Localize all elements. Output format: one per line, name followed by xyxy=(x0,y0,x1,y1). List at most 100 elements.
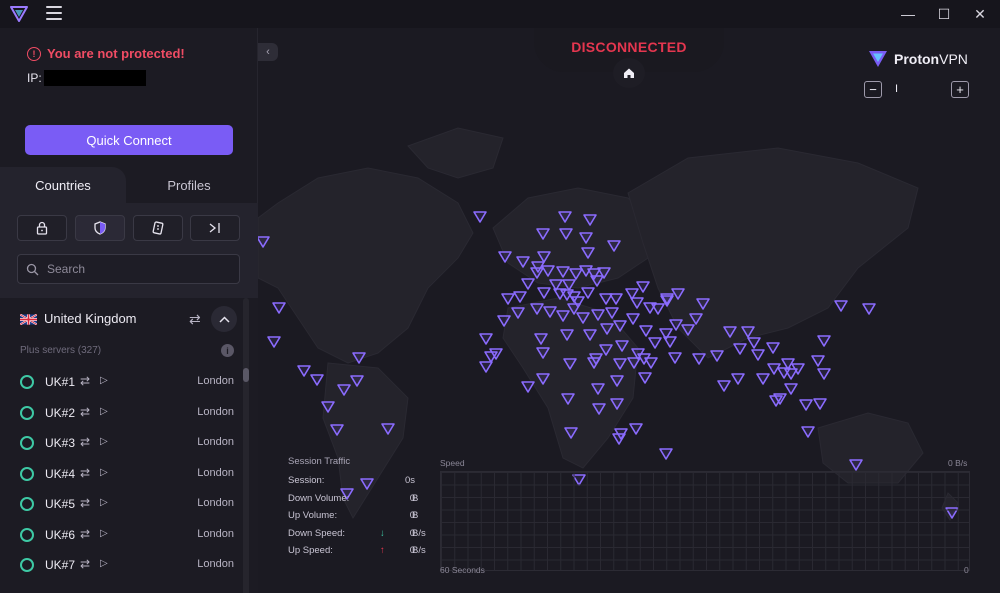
server-pin-icon[interactable] xyxy=(609,293,623,305)
server-pin-icon[interactable] xyxy=(784,383,798,395)
tab-countries[interactable]: Countries xyxy=(0,167,126,203)
server-pin-icon[interactable] xyxy=(659,448,673,460)
server-pin-icon[interactable] xyxy=(612,433,626,445)
play-icon[interactable]: ▷ xyxy=(100,528,108,539)
server-pin-icon[interactable] xyxy=(648,337,662,349)
server-pin-icon[interactable] xyxy=(862,303,876,315)
server-pin-icon[interactable] xyxy=(692,353,706,365)
play-icon[interactable]: ▷ xyxy=(100,497,108,508)
server-row[interactable]: UK#7 ⇄ ▷ London xyxy=(0,550,244,580)
server-name: UK#6 xyxy=(45,527,76,542)
reconnect-icon[interactable]: ⇄ xyxy=(80,466,90,480)
maximize-button[interactable]: ☐ xyxy=(932,4,956,24)
server-pin-icon[interactable] xyxy=(756,373,770,385)
server-pin-icon[interactable] xyxy=(513,291,527,303)
speed-graph-zero: 0 xyxy=(964,565,969,575)
filter-secure-core-button[interactable] xyxy=(17,215,67,241)
zoom-in-button[interactable]: + xyxy=(951,81,969,98)
play-icon[interactable]: ▷ xyxy=(100,406,108,417)
tab-profiles[interactable]: Profiles xyxy=(126,167,252,203)
server-pin-icon[interactable] xyxy=(834,300,848,312)
server-pin-icon[interactable] xyxy=(272,302,286,314)
country-row-united-kingdom[interactable]: United Kingdom ⇄ xyxy=(0,302,244,336)
server-pin-icon[interactable] xyxy=(636,281,650,293)
home-button[interactable] xyxy=(613,58,645,88)
arrow-up-icon: ↑ xyxy=(380,545,385,556)
play-icon[interactable]: ▷ xyxy=(100,558,108,569)
server-pin-icon[interactable] xyxy=(639,325,653,337)
reconnect-icon[interactable]: ⇄ xyxy=(80,527,90,541)
server-pin-icon[interactable] xyxy=(479,333,493,345)
server-pin-icon[interactable] xyxy=(479,361,493,373)
server-pin-icon[interactable] xyxy=(297,365,311,377)
server-row[interactable]: UK#4 ⇄ ▷ London xyxy=(0,459,244,489)
proton-vpn-logo-icon xyxy=(869,51,887,67)
server-pin-icon[interactable] xyxy=(751,349,765,361)
filter-p2p-button[interactable] xyxy=(133,215,183,241)
shield-icon xyxy=(94,221,106,235)
server-row[interactable]: UK#5 ⇄ ▷ London xyxy=(0,489,244,519)
server-row[interactable]: UK#6 ⇄ ▷ London xyxy=(0,520,244,550)
reconnect-icon[interactable]: ⇄ xyxy=(80,374,90,388)
collapse-sidebar-button[interactable]: ‹ xyxy=(258,43,278,61)
server-pin-icon[interactable] xyxy=(629,423,643,435)
server-pin-icon[interactable] xyxy=(644,357,658,369)
collapse-country-button[interactable] xyxy=(211,306,237,332)
server-pin-icon[interactable] xyxy=(310,374,324,386)
map-panel: ‹ DISCONNECTED ProtonVPN − I + Session T… xyxy=(258,28,1000,593)
scrollbar-thumb[interactable] xyxy=(243,368,249,382)
sidebar: ! You are not protected! IP: Quick Conne… xyxy=(0,28,258,593)
play-icon[interactable]: ▷ xyxy=(100,375,108,386)
server-pin-icon[interactable] xyxy=(811,355,825,367)
server-pin-icon[interactable] xyxy=(731,373,745,385)
server-pin-icon[interactable] xyxy=(638,372,652,384)
filter-netshield-button[interactable] xyxy=(75,215,125,241)
status-circle-icon xyxy=(20,436,34,450)
server-pin-icon[interactable] xyxy=(651,303,665,315)
server-pin-icon[interactable] xyxy=(747,337,761,349)
server-location: London xyxy=(197,527,234,540)
server-pin-icon[interactable] xyxy=(267,336,281,348)
server-pin-icon[interactable] xyxy=(663,336,677,348)
filter-area xyxy=(0,203,258,298)
sidebar-scrollbar[interactable] xyxy=(243,298,249,593)
reconnect-icon[interactable]: ⇄ xyxy=(189,311,201,328)
server-pin-icon[interactable] xyxy=(521,278,535,290)
reconnect-icon[interactable]: ⇄ xyxy=(80,557,90,571)
server-pin-icon[interactable] xyxy=(813,398,827,410)
play-icon[interactable]: ▷ xyxy=(100,467,108,478)
status-circle-icon xyxy=(20,527,34,542)
server-pin-icon[interactable] xyxy=(473,211,487,223)
server-pin-icon[interactable] xyxy=(801,426,815,438)
info-icon[interactable]: i xyxy=(221,344,234,357)
status-circle-icon xyxy=(20,497,34,511)
proton-vpn-brand: ProtonVPN xyxy=(868,50,968,68)
server-pin-icon[interactable] xyxy=(717,380,731,392)
server-pin-icon[interactable] xyxy=(799,399,813,411)
filter-tor-button[interactable] xyxy=(190,215,240,241)
server-pin-icon[interactable] xyxy=(733,343,747,355)
search-input[interactable] xyxy=(47,262,227,276)
server-row[interactable]: UK#1 ⇄ ▷ London xyxy=(0,367,244,397)
reconnect-icon[interactable]: ⇄ xyxy=(80,496,90,510)
server-pin-icon[interactable] xyxy=(537,287,551,299)
hamburger-menu-icon[interactable] xyxy=(46,6,62,20)
server-pin-icon[interactable] xyxy=(668,352,682,364)
server-pin-icon[interactable] xyxy=(521,381,535,393)
server-row[interactable]: UK#3 ⇄ ▷ London xyxy=(0,428,244,458)
close-button[interactable]: ✕ xyxy=(968,4,992,24)
server-pin-icon[interactable] xyxy=(630,297,644,309)
reconnect-icon[interactable]: ⇄ xyxy=(80,435,90,449)
zoom-out-button[interactable]: − xyxy=(864,81,882,98)
quick-connect-button[interactable]: Quick Connect xyxy=(25,125,233,155)
server-pin-icon[interactable] xyxy=(501,293,515,305)
server-pin-icon[interactable] xyxy=(817,335,831,347)
server-pin-icon[interactable] xyxy=(817,368,831,380)
server-pin-icon[interactable] xyxy=(766,342,780,354)
reconnect-icon[interactable]: ⇄ xyxy=(80,405,90,419)
play-icon[interactable]: ▷ xyxy=(100,436,108,447)
minimize-button[interactable]: — xyxy=(896,4,920,24)
alert-icon: ! xyxy=(27,46,41,61)
server-row[interactable]: UK#2 ⇄ ▷ London xyxy=(0,398,244,428)
server-pin-icon[interactable] xyxy=(626,313,640,325)
